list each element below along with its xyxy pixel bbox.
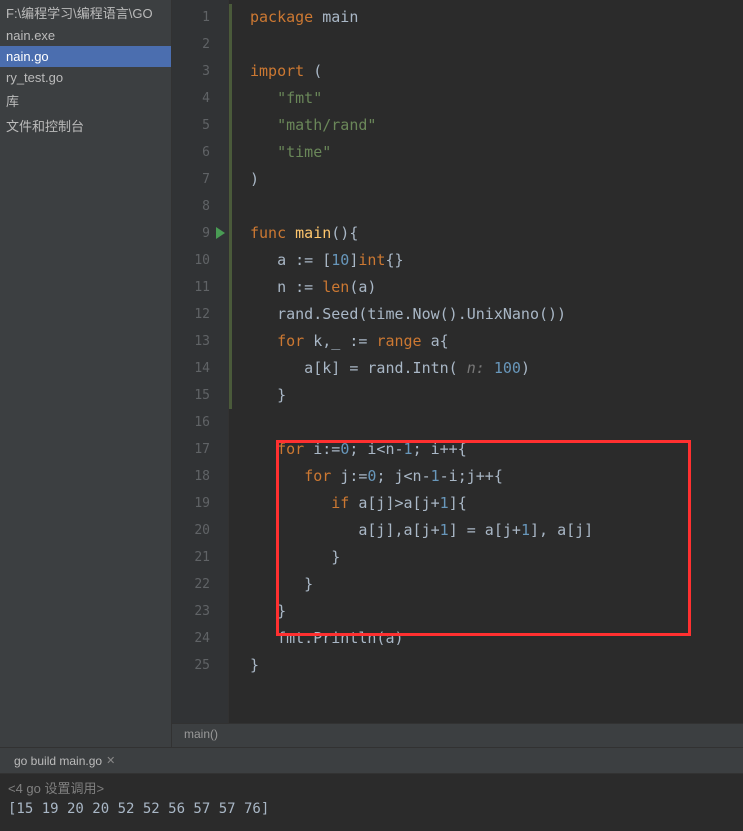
code-line[interactable]: for k,_ := range a{ bbox=[250, 328, 743, 355]
fold-marker bbox=[229, 544, 242, 571]
sidebar-item[interactable]: ry_test.go bbox=[0, 67, 171, 88]
code-line[interactable]: a := [10]int{} bbox=[250, 247, 743, 274]
line-number: 21 bbox=[172, 544, 228, 571]
terminal-result: [15 19 20 20 52 52 56 57 57 76] bbox=[8, 801, 735, 817]
code-line[interactable]: "fmt" bbox=[250, 85, 743, 112]
line-number: 6 bbox=[172, 139, 228, 166]
code-line[interactable]: } bbox=[250, 571, 743, 598]
sidebar-item[interactable]: 库 bbox=[0, 88, 171, 113]
line-number: 16 bbox=[172, 409, 228, 436]
breadcrumb[interactable]: main() bbox=[172, 723, 743, 747]
terminal-tab-label: go build main.go bbox=[14, 754, 102, 768]
terminal-tabs: go build main.go ✕ bbox=[0, 747, 743, 773]
file-explorer: F:\编程学习\编程语言\GOnain.exenain.gory_test.go… bbox=[0, 0, 172, 747]
terminal-tab-build[interactable]: go build main.go ✕ bbox=[8, 750, 121, 772]
line-number: 25 bbox=[172, 652, 228, 679]
code-line[interactable]: } bbox=[250, 652, 743, 679]
line-number: 19 bbox=[172, 490, 228, 517]
code-line[interactable]: ) bbox=[250, 166, 743, 193]
line-number: 23 bbox=[172, 598, 228, 625]
line-number: 12 bbox=[172, 301, 228, 328]
code-line[interactable]: n := len(a) bbox=[250, 274, 743, 301]
code-line[interactable]: fmt.Println(a) bbox=[250, 625, 743, 652]
code-line[interactable]: func main(){ bbox=[250, 220, 743, 247]
fold-marker bbox=[229, 409, 242, 436]
line-number: 14 bbox=[172, 355, 228, 382]
terminal-output[interactable]: <4 go 设置调用> [15 19 20 20 52 52 56 57 57 … bbox=[0, 773, 743, 831]
close-icon[interactable]: ✕ bbox=[106, 754, 115, 767]
fold-marker bbox=[229, 571, 242, 598]
fold-gutter bbox=[228, 0, 242, 723]
code-line[interactable]: import ( bbox=[250, 58, 743, 85]
code-line[interactable]: a[j],a[j+1] = a[j+1], a[j] bbox=[250, 517, 743, 544]
line-number: 1 bbox=[172, 4, 228, 31]
line-number: 8 bbox=[172, 193, 228, 220]
fold-marker bbox=[229, 463, 242, 490]
fold-marker bbox=[229, 517, 242, 544]
sidebar-item[interactable]: 文件和控制台 bbox=[0, 113, 171, 138]
fold-marker bbox=[229, 652, 242, 679]
code-line[interactable]: } bbox=[250, 382, 743, 409]
code-line[interactable]: for j:=0; j<n-1-i;j++{ bbox=[250, 463, 743, 490]
sidebar-item[interactable]: F:\编程学习\编程语言\GO bbox=[0, 0, 171, 25]
code-line[interactable]: } bbox=[250, 598, 743, 625]
line-number: 24 bbox=[172, 625, 228, 652]
code-line[interactable]: } bbox=[250, 544, 743, 571]
line-number: 22 bbox=[172, 571, 228, 598]
line-number: 3 bbox=[172, 58, 228, 85]
line-number: 7 bbox=[172, 166, 228, 193]
fold-marker bbox=[229, 625, 242, 652]
sidebar-item[interactable]: nain.exe bbox=[0, 25, 171, 46]
fold-marker bbox=[229, 436, 242, 463]
code-content[interactable]: package main import ( "fmt" "math/rand" "… bbox=[242, 0, 743, 723]
line-number: 10 bbox=[172, 247, 228, 274]
code-line[interactable]: if a[j]>a[j+1]{ bbox=[250, 490, 743, 517]
code-line[interactable] bbox=[250, 31, 743, 58]
line-number: 18 bbox=[172, 463, 228, 490]
code-editor[interactable]: 1234567891011121314151617181920212223242… bbox=[172, 0, 743, 747]
sidebar-item[interactable]: nain.go bbox=[0, 46, 171, 67]
line-number: 9 bbox=[172, 220, 228, 247]
run-icon[interactable] bbox=[216, 227, 225, 239]
fold-marker bbox=[229, 490, 242, 517]
code-line[interactable]: "time" bbox=[250, 139, 743, 166]
code-line[interactable] bbox=[250, 193, 743, 220]
terminal-header: <4 go 设置调用> bbox=[8, 778, 735, 797]
line-number: 20 bbox=[172, 517, 228, 544]
line-number: 13 bbox=[172, 328, 228, 355]
line-number: 5 bbox=[172, 112, 228, 139]
code-line[interactable]: a[k] = rand.Intn( n: 100) bbox=[250, 355, 743, 382]
code-line[interactable]: for i:=0; i<n-1; i++{ bbox=[250, 436, 743, 463]
line-number: 15 bbox=[172, 382, 228, 409]
line-number: 4 bbox=[172, 85, 228, 112]
line-number: 17 bbox=[172, 436, 228, 463]
line-number: 11 bbox=[172, 274, 228, 301]
line-number: 2 bbox=[172, 31, 228, 58]
code-line[interactable] bbox=[250, 409, 743, 436]
code-line[interactable]: rand.Seed(time.Now().UnixNano()) bbox=[250, 301, 743, 328]
line-gutter: 1234567891011121314151617181920212223242… bbox=[172, 0, 228, 723]
code-line[interactable]: "math/rand" bbox=[250, 112, 743, 139]
fold-marker bbox=[229, 598, 242, 625]
code-line[interactable]: package main bbox=[250, 4, 743, 31]
